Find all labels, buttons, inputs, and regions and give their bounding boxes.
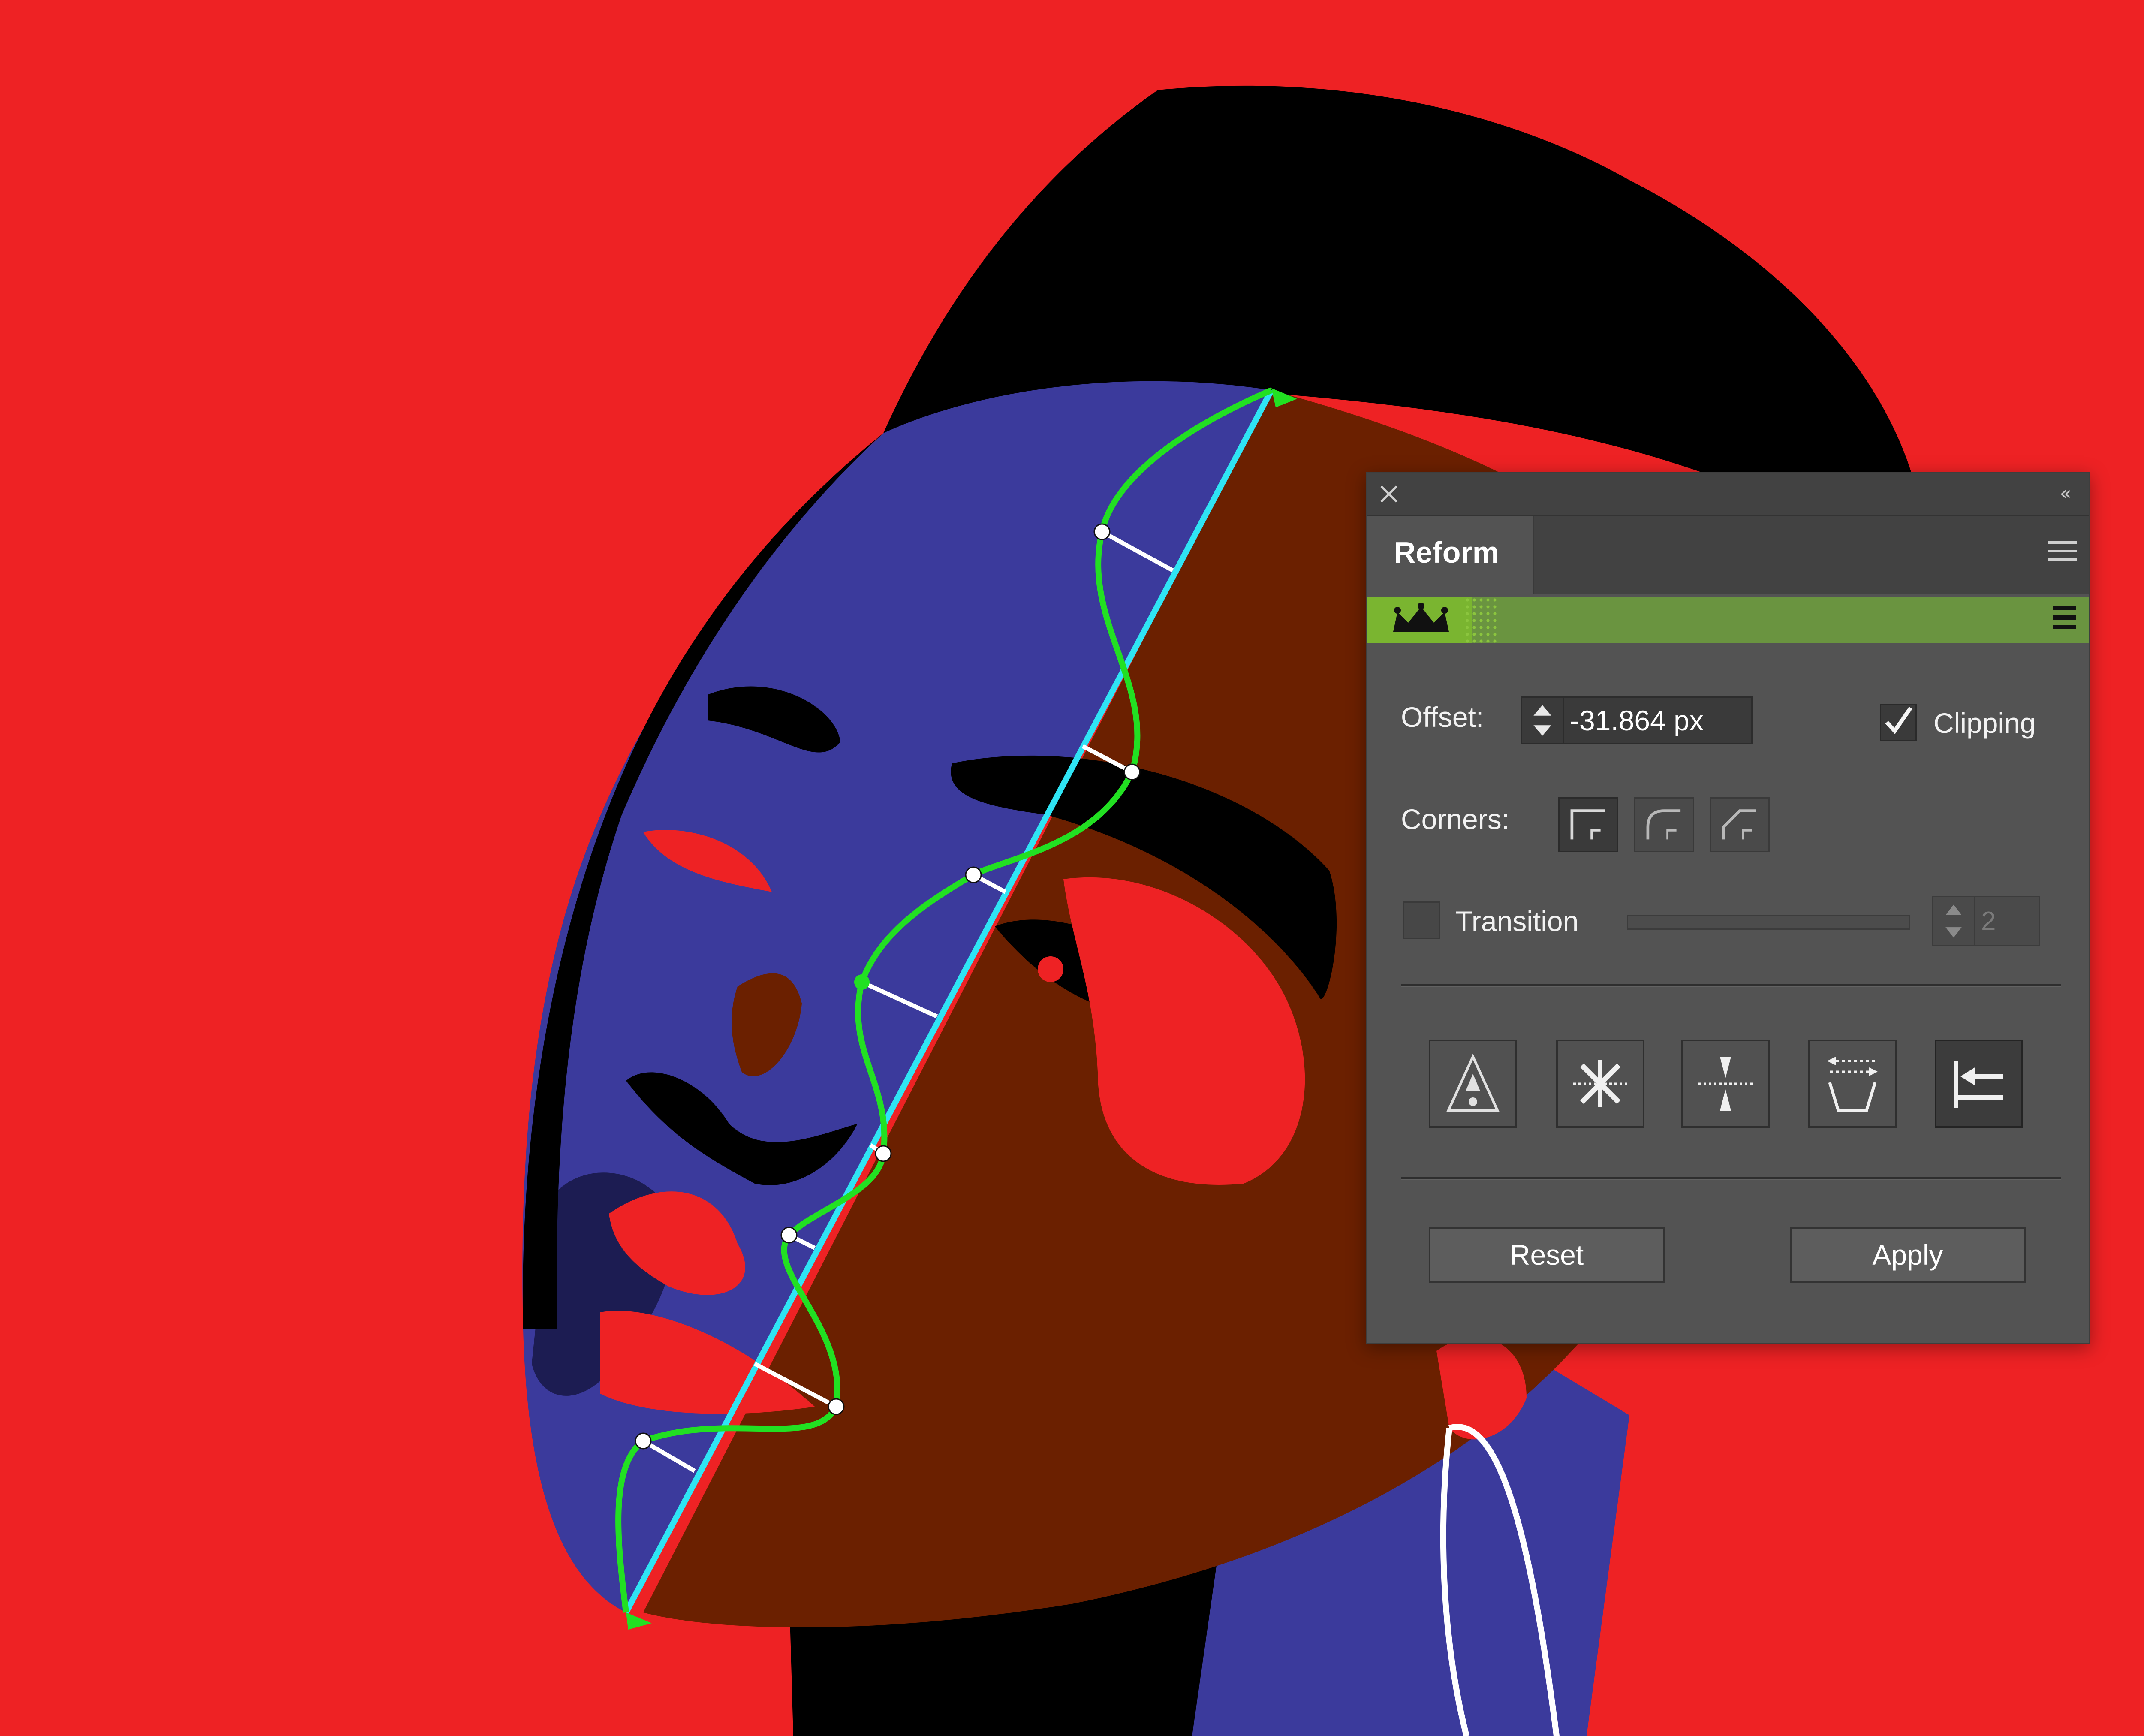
mode-4-icon: [1827, 1057, 1878, 1112]
corner-bevel-icon: [1722, 809, 1756, 840]
apply-button[interactable]: Apply: [1790, 1227, 2026, 1283]
divider: [1401, 984, 2061, 987]
transition-input[interactable]: [1975, 896, 2040, 946]
mode-1-icon: [1446, 1053, 1500, 1112]
clipping-checkbox[interactable]: [1880, 704, 1917, 741]
reset-button[interactable]: Reset: [1429, 1227, 1665, 1283]
transition-slider[interactable]: [1627, 915, 1910, 930]
clipping-label: Clipping: [1933, 707, 2036, 739]
mode-3-button[interactable]: [1681, 1040, 1770, 1128]
corner-miter-icon: [1570, 809, 1605, 840]
mode-4-button[interactable]: [1808, 1040, 1897, 1128]
mode-1-button[interactable]: [1429, 1040, 1517, 1128]
corner-bevel-button[interactable]: [1710, 797, 1770, 852]
checkmark-icon: [1885, 706, 1912, 735]
corners-label: Corners:: [1401, 803, 1510, 835]
mode-5-icon: [1954, 1061, 2003, 1108]
divider: [1401, 1177, 2061, 1180]
mode-2-button[interactable]: [1556, 1040, 1644, 1128]
offset-input[interactable]: [1564, 696, 1753, 744]
mode-3-icon: [1698, 1057, 1753, 1111]
mode-2-icon: [1573, 1060, 1627, 1107]
tab-reform-label: Reform: [1394, 536, 1500, 569]
collapse-icon[interactable]: ‹‹: [2051, 483, 2077, 504]
transition-label: Transition: [1455, 905, 1579, 937]
plugin-menu-icon[interactable]: [2053, 606, 2076, 634]
transition-stepper[interactable]: [1932, 896, 1975, 946]
panel-tabbar: Reform: [1367, 516, 2089, 594]
plugin-banner: [1367, 597, 2089, 643]
transition-checkbox[interactable]: [1403, 901, 1440, 939]
close-icon[interactable]: [1377, 482, 1401, 506]
corner-round-button[interactable]: [1634, 797, 1694, 852]
crown-icon: [1393, 603, 1449, 632]
tab-reform[interactable]: Reform: [1367, 516, 1534, 594]
mode-5-button[interactable]: [1935, 1040, 2023, 1128]
reform-panel: ‹‹ Reform Offset: -31.864 px Clipping Co…: [1366, 472, 2090, 1344]
offset-stepper[interactable]: [1521, 696, 1564, 744]
corner-round-icon: [1646, 809, 1681, 840]
panel-titlebar[interactable]: ‹‹: [1367, 473, 2089, 516]
offset-label: Offset:: [1401, 701, 1484, 733]
corner-miter-button[interactable]: [1558, 797, 1618, 852]
menu-icon[interactable]: [2045, 541, 2079, 567]
canvas: ‹‹ Reform Offset: -31.864 px Clipping Co…: [0, 0, 2144, 1736]
